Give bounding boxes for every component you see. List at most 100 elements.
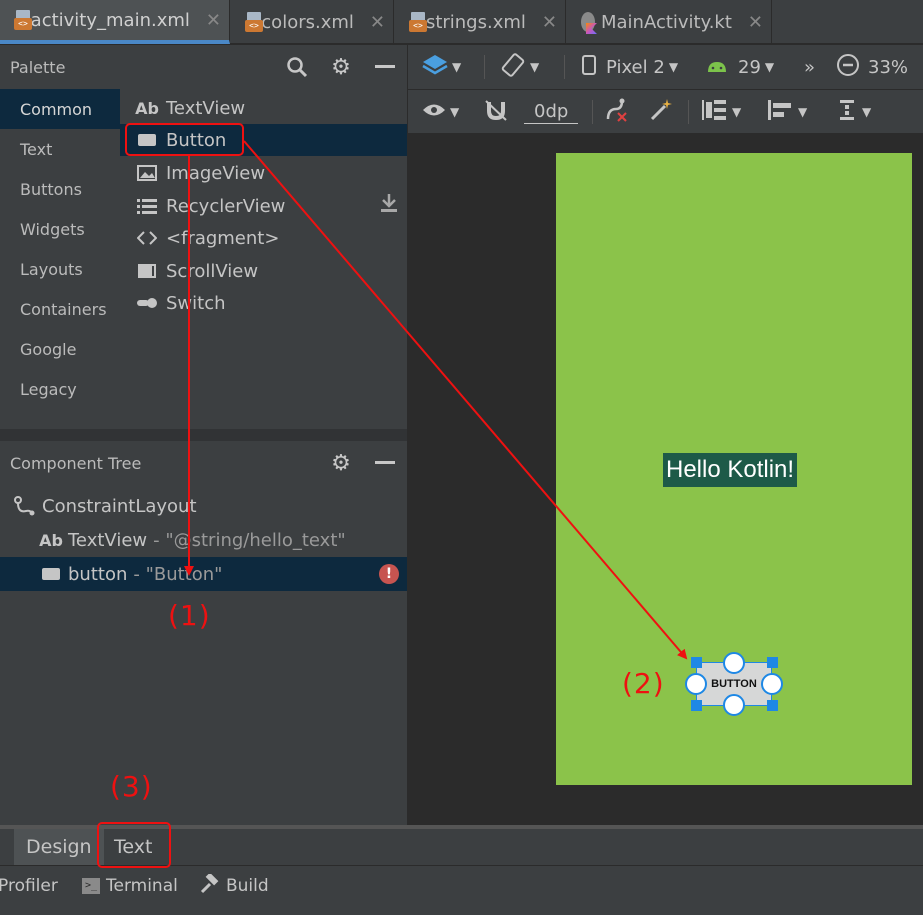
tab-label: MainActivity.kt <box>600 11 732 33</box>
tab-activity-main[interactable]: <> activity_main.xml ✕ <box>0 0 230 44</box>
widget-scrollview[interactable]: ScrollView <box>120 255 407 287</box>
left-anchor[interactable] <box>685 673 707 695</box>
chevron-down-icon: ▼ <box>450 105 460 119</box>
profiler-tool[interactable]: Profiler <box>0 866 58 906</box>
widget-label: RecyclerView <box>166 195 286 217</box>
gear-icon[interactable]: ⚙ <box>329 451 353 476</box>
image-icon <box>136 165 158 181</box>
constraint-icon <box>14 496 36 516</box>
category-buttons[interactable]: Buttons <box>0 169 120 209</box>
chevron-down-icon: ▼ <box>764 60 775 74</box>
guideline-icon <box>838 98 858 127</box>
editor-tab-bar: <> activity_main.xml ✕ <> colors.xml ✕ <… <box>0 0 923 44</box>
api-label: 29 <box>738 56 761 78</box>
align-dropdown[interactable]: ▼ <box>768 90 807 134</box>
align-left-icon <box>768 98 794 127</box>
tab-label: strings.xml <box>425 11 526 33</box>
tree-row-sublabel: - "@string/hello_text" <box>153 529 346 551</box>
resize-handle[interactable] <box>691 657 702 668</box>
clear-constraints-icon <box>604 97 630 128</box>
widget-fragment[interactable]: <fragment> <box>120 222 407 254</box>
close-icon[interactable]: ✕ <box>206 10 221 31</box>
view-options-dropdown[interactable]: ▼ <box>422 90 459 134</box>
zoom-out-button[interactable]: 33% <box>836 45 908 89</box>
tree-row-label: TextView <box>68 529 148 551</box>
tree-row-textview[interactable]: Ab TextView - "@string/hello_text" <box>0 523 407 557</box>
hello-textview-preview[interactable]: Hello Kotlin! <box>663 453 798 487</box>
top-anchor[interactable] <box>723 652 745 674</box>
category-containers[interactable]: Containers <box>0 289 120 329</box>
widget-imageview[interactable]: ImageView <box>120 157 407 189</box>
component-tree-title: Component Tree <box>10 453 142 473</box>
layers-dropdown[interactable]: ▼ <box>422 45 461 89</box>
gear-icon[interactable]: ⚙ <box>329 55 353 80</box>
orientation-dropdown[interactable]: ▼ <box>500 45 539 89</box>
tree-row-button[interactable]: button - "Button" ! <box>0 557 407 591</box>
pack-dropdown[interactable]: ▼ <box>702 90 741 134</box>
xml-file-icon: <> <box>409 12 427 32</box>
design-toolbar: ▼ ▼ Pixel 2 ▼ 29 ▼ » 33% <box>408 45 923 89</box>
category-legacy[interactable]: Legacy <box>0 369 120 409</box>
switch-icon <box>136 297 158 309</box>
xml-file-icon: <> <box>245 12 263 32</box>
tab-colors[interactable]: <> colors.xml ✕ <box>231 0 394 44</box>
resize-handle[interactable] <box>691 700 702 711</box>
tab-main-activity[interactable]: MainActivity.kt ✕ <box>567 0 772 44</box>
widget-label: ScrollView <box>166 260 259 282</box>
guidelines-dropdown[interactable]: ▼ <box>838 90 871 134</box>
close-icon[interactable]: ✕ <box>370 12 385 33</box>
error-icon[interactable]: ! <box>379 564 399 584</box>
tree-row-label: button <box>68 563 128 585</box>
chevron-down-icon: ▼ <box>798 105 808 119</box>
category-widgets[interactable]: Widgets <box>0 209 120 249</box>
widget-recyclerview[interactable]: RecyclerView <box>120 190 407 222</box>
xml-file-icon: <> <box>14 10 32 30</box>
device-dropdown[interactable]: Pixel 2 ▼ <box>582 45 678 89</box>
text-icon: Ab <box>39 530 63 550</box>
api-dropdown[interactable]: 29 ▼ <box>706 45 774 89</box>
tree-row-label: ConstraintLayout <box>42 495 197 517</box>
scroll-icon <box>136 263 158 279</box>
annotation-label-3: (3) <box>110 770 153 803</box>
palette-title: Palette <box>10 57 66 77</box>
layers-icon <box>422 53 448 82</box>
terminal-tool[interactable]: >_ Terminal <box>82 866 178 906</box>
annotation-box-button <box>125 123 244 156</box>
minimize-icon[interactable] <box>373 451 397 475</box>
chevron-down-icon: ▼ <box>732 105 742 119</box>
right-anchor[interactable] <box>761 673 783 695</box>
tab-design[interactable]: Design <box>14 829 104 865</box>
category-layouts[interactable]: Layouts <box>0 249 120 289</box>
close-icon[interactable]: ✕ <box>542 12 557 33</box>
terminal-icon: >_ <box>82 878 100 894</box>
autoconnect-toggle[interactable] <box>484 90 508 134</box>
tool-window-bar: Profiler >_ Terminal Build <box>0 865 923 915</box>
widget-label: TextView <box>166 97 246 119</box>
bottom-anchor[interactable] <box>723 694 745 716</box>
panel-splitter[interactable] <box>0 429 407 441</box>
chevron-down-icon: ▼ <box>668 60 679 74</box>
close-icon[interactable]: ✕ <box>748 12 763 33</box>
widget-textview[interactable]: Ab TextView <box>120 92 407 124</box>
annotation-label-2: (2) <box>622 667 665 700</box>
default-margin-field[interactable]: 0dp <box>524 90 579 134</box>
category-google[interactable]: Google <box>0 329 120 369</box>
build-tool[interactable]: Build <box>200 866 269 906</box>
tab-strings[interactable]: <> strings.xml ✕ <box>395 0 566 44</box>
resize-handle[interactable] <box>767 700 778 711</box>
resize-handle[interactable] <box>767 657 778 668</box>
category-common[interactable]: Common <box>0 89 120 129</box>
infer-constraints-button[interactable] <box>648 90 674 134</box>
widget-label: ImageView <box>166 162 266 184</box>
more-actions-button[interactable]: » <box>804 45 815 89</box>
clear-constraints-button[interactable] <box>604 90 630 134</box>
widget-switch[interactable]: Switch <box>120 287 407 319</box>
text-icon: Ab <box>135 98 159 118</box>
download-icon[interactable] <box>380 193 398 218</box>
category-text[interactable]: Text <box>0 129 120 169</box>
annotation-box-text-tab <box>97 822 171 868</box>
tree-row-constraintlayout[interactable]: ConstraintLayout <box>0 489 407 523</box>
kotlin-file-icon <box>581 12 595 32</box>
minimize-icon[interactable] <box>373 55 397 79</box>
search-icon[interactable] <box>285 55 309 79</box>
